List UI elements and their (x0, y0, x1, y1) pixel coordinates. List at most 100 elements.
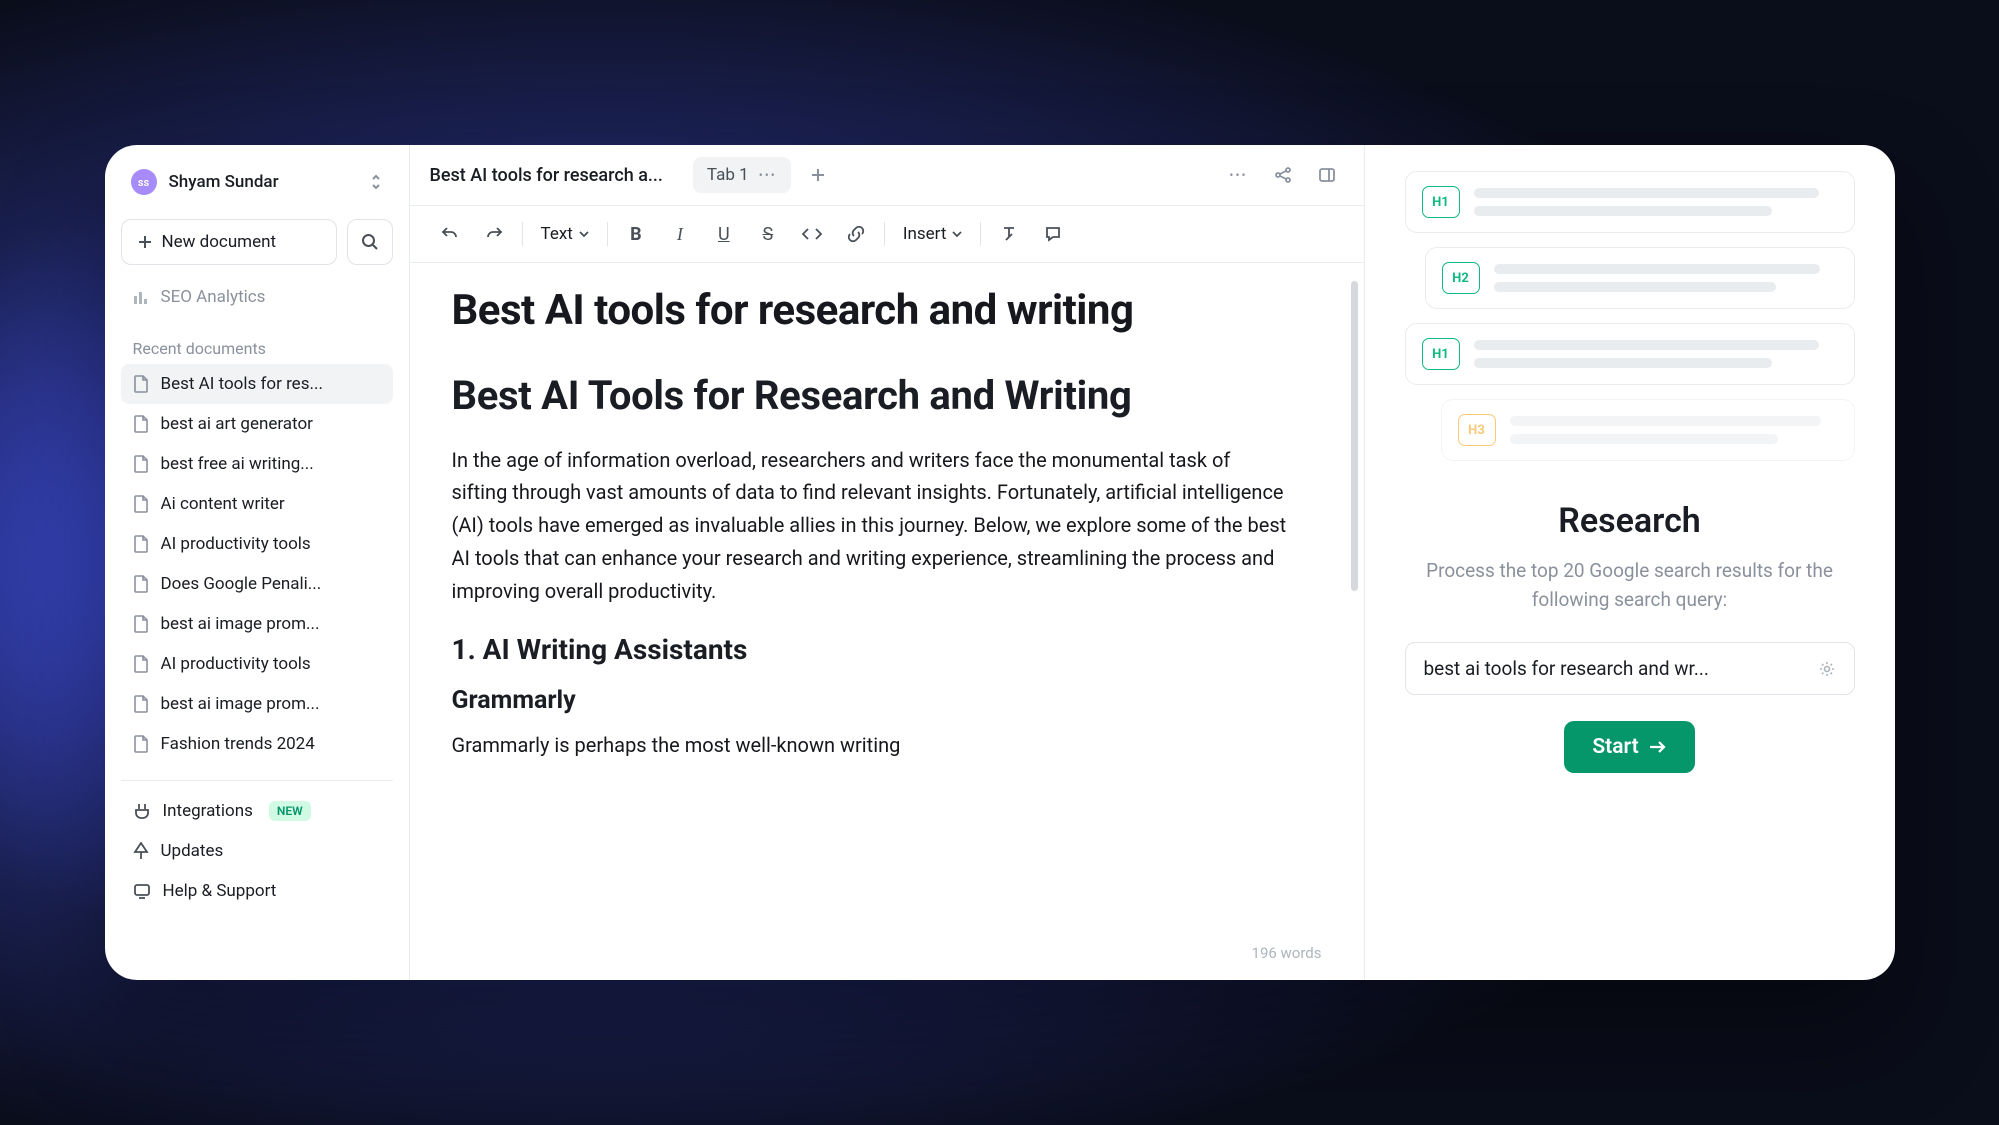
research-description: Process the top 20 Google search results… (1420, 557, 1840, 614)
recent-doc-item[interactable]: Does Google Penali... (121, 564, 393, 604)
insert-label: Insert (903, 224, 947, 244)
doc-label: best free ai writing... (161, 454, 314, 474)
help-icon (133, 882, 151, 900)
gear-icon[interactable] (1818, 660, 1836, 678)
recent-doc-item[interactable]: best ai image prom... (121, 604, 393, 644)
outline-item[interactable]: H2 (1425, 247, 1855, 309)
doc-label: AI productivity tools (161, 654, 311, 674)
skeleton (1474, 186, 1838, 218)
arrow-right-icon (1649, 740, 1667, 754)
outline-item[interactable]: H3 (1441, 399, 1855, 461)
recent-doc-item[interactable]: Fashion trends 2024 (121, 724, 393, 764)
doc-label: Ai content writer (161, 494, 285, 514)
tab-menu-icon[interactable]: ••• (759, 168, 777, 182)
link-button[interactable] (836, 214, 876, 254)
chevron-down-icon (579, 231, 589, 237)
skeleton (1474, 338, 1838, 370)
scrollbar[interactable] (1351, 281, 1358, 591)
comment-icon (1044, 225, 1062, 243)
main-area: Best AI tools for research a... Tab 1 ••… (410, 145, 1365, 980)
tab-1[interactable]: Tab 1 ••• (693, 157, 791, 193)
bold-button[interactable]: B (616, 214, 656, 254)
outline-item[interactable]: H1 (1405, 323, 1855, 385)
footer-item-integrations[interactable]: IntegrationsNEW (121, 791, 393, 831)
document-icon (133, 495, 149, 513)
heading-badge: H1 (1422, 338, 1460, 370)
integration-icon (133, 802, 151, 820)
doc-h3[interactable]: 1. AI Writing Assistants (452, 633, 1290, 666)
doc-label: Does Google Penali... (161, 574, 322, 594)
doc-paragraph[interactable]: In the age of information overload, rese… (452, 444, 1290, 608)
doc-paragraph-cut[interactable]: Grammarly is perhaps the most well-known… (452, 729, 1290, 762)
more-options-button[interactable]: ••• (1222, 158, 1256, 192)
document-icon (133, 735, 149, 753)
doc-h1[interactable]: Best AI tools for research and writing (452, 285, 1290, 338)
tab-label: Tab 1 (707, 165, 749, 185)
app-window: ss Shyam Sundar New document SEO Analyti… (105, 145, 1895, 980)
research-panel: H1 H2 H1 H3 Research Process the top 20 Goo… (1365, 145, 1895, 980)
strikethrough-button[interactable]: S (748, 214, 788, 254)
sidebar: ss Shyam Sundar New document SEO Analyti… (105, 145, 410, 980)
code-button[interactable] (792, 214, 832, 254)
text-style-dropdown[interactable]: Text (531, 216, 599, 252)
recent-doc-item[interactable]: Best AI tools for res... (121, 364, 393, 404)
italic-button[interactable]: I (660, 214, 700, 254)
doc-label: AI productivity tools (161, 534, 311, 554)
sidebar-clipped-item[interactable]: SEO Analytics (121, 277, 393, 317)
undo-icon (441, 225, 459, 243)
user-menu[interactable]: ss Shyam Sundar (121, 163, 393, 201)
doc-h2[interactable]: Best AI Tools for Research and Writing (452, 370, 1290, 422)
research-title: Research (1558, 501, 1701, 541)
footer-label: Updates (161, 841, 224, 861)
undo-button[interactable] (430, 214, 470, 254)
share-button[interactable] (1266, 158, 1300, 192)
redo-button[interactable] (474, 214, 514, 254)
document-icon (133, 615, 149, 633)
text-style-label: Text (541, 224, 573, 244)
add-tab-button[interactable] (801, 158, 835, 192)
new-badge: NEW (269, 801, 311, 821)
code-icon (802, 227, 822, 241)
footer-item-updates[interactable]: Updates (121, 831, 393, 871)
outline-item[interactable]: H1 (1405, 171, 1855, 233)
word-count: 196 words (1252, 944, 1322, 962)
search-button[interactable] (347, 219, 393, 265)
recent-doc-item[interactable]: best ai art generator (121, 404, 393, 444)
doc-label: Best AI tools for res... (161, 374, 323, 394)
link-icon (847, 225, 865, 243)
research-query-value: best ai tools for research and wr... (1424, 657, 1818, 680)
plus-icon (138, 235, 152, 249)
clear-format-button[interactable] (989, 214, 1029, 254)
insert-dropdown[interactable]: Insert (893, 216, 973, 252)
research-query-input[interactable]: best ai tools for research and wr... (1405, 642, 1855, 695)
new-document-button[interactable]: New document (121, 219, 337, 265)
recent-doc-item[interactable]: AI productivity tools (121, 524, 393, 564)
share-icon (1274, 166, 1292, 184)
panel-icon (1318, 166, 1336, 184)
document-icon (133, 455, 149, 473)
underline-button[interactable]: U (704, 214, 744, 254)
search-icon (361, 233, 379, 251)
doc-h4[interactable]: Grammarly (452, 686, 1290, 715)
doc-label: Fashion trends 2024 (161, 734, 315, 754)
comment-button[interactable] (1033, 214, 1073, 254)
bars-icon (133, 289, 149, 305)
heading-badge: H2 (1442, 262, 1480, 294)
heading-badge: H1 (1422, 186, 1460, 218)
recent-doc-item[interactable]: AI productivity tools (121, 644, 393, 684)
recent-doc-item[interactable]: best free ai writing... (121, 444, 393, 484)
start-button[interactable]: Start (1564, 721, 1694, 773)
recent-doc-item[interactable]: best ai image prom... (121, 684, 393, 724)
footer-item-help-support[interactable]: Help & Support (121, 871, 393, 911)
toolbar: Text B I U S Insert (410, 205, 1364, 263)
document-icon (133, 575, 149, 593)
document-icon (133, 535, 149, 553)
panel-toggle-button[interactable] (1310, 158, 1344, 192)
doc-label: best ai image prom... (161, 614, 320, 634)
chevron-down-icon (952, 231, 962, 237)
editor[interactable]: Best AI tools for research and writing B… (410, 263, 1364, 980)
document-title[interactable]: Best AI tools for research a... (430, 165, 663, 186)
more-icon: ••• (1229, 168, 1247, 182)
user-name: Shyam Sundar (169, 172, 357, 192)
recent-doc-item[interactable]: Ai content writer (121, 484, 393, 524)
